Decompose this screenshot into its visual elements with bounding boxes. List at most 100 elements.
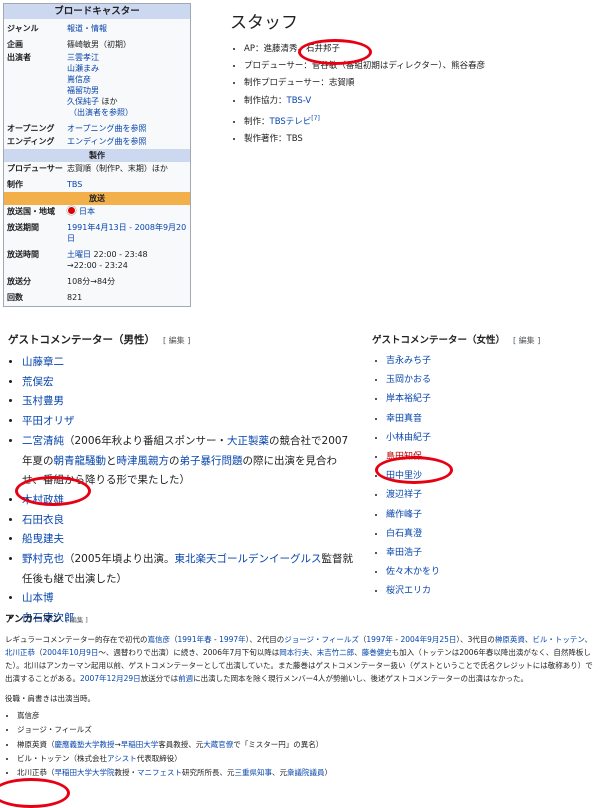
infobox-cast-link[interactable]: 福留功男	[67, 85, 187, 96]
infobox-row: 企画 篠崎敏男（初期）	[4, 38, 190, 51]
male-guest-link[interactable]: 木村政雄	[22, 494, 64, 506]
infobox-time-day-link[interactable]: 土曜日	[67, 250, 91, 259]
anchorman-link[interactable]: 1997年	[366, 635, 393, 644]
anchorman-link[interactable]: 大蔵官僚	[203, 740, 233, 749]
anchorman-text: 研究所所長、元	[182, 768, 235, 778]
anchorman-link[interactable]: 嶌信彦	[148, 635, 171, 644]
male-guest-link[interactable]: 時津風親方	[117, 455, 170, 467]
infobox-minutes-row: 放送分 108分→84分	[4, 275, 190, 288]
male-guest-link[interactable]: 平田オリザ	[22, 415, 75, 427]
staff-item: 制作プロデューサー：志賀順	[244, 75, 590, 92]
anchorman-link[interactable]: 三重県知事	[235, 768, 273, 777]
male-edit-link[interactable]: [ 編集 ]	[163, 336, 190, 345]
male-guest-link[interactable]: 弟子暴行問題	[180, 455, 243, 467]
staff-text: 製作著作：TBS	[244, 133, 303, 144]
male-guest-link[interactable]: 荒俣宏	[22, 376, 54, 388]
female-guest-heading-text: ゲストコメンテーター（女性）	[372, 335, 506, 346]
female-guest-link[interactable]: 田中里沙	[386, 471, 422, 481]
anchorman-link[interactable]: 慶應義塾大学教授	[55, 740, 115, 749]
anchorman-link[interactable]: ジョージ・フィールズ	[284, 635, 359, 644]
male-guest-link[interactable]: 朝青龍騒動	[54, 455, 107, 467]
male-guest-link[interactable]: 石田衣良	[22, 514, 64, 526]
infobox-opening-link[interactable]: オープニング曲を参照	[67, 124, 147, 133]
male-guest-item: 山藤章二	[22, 353, 353, 373]
anchorman-link[interactable]: 岡本行夫	[279, 648, 309, 657]
female-guest-item: 田中里沙	[386, 467, 597, 486]
infobox-country-label: 放送国・地域	[7, 207, 55, 216]
male-guest-link[interactable]: 船曳建夫	[22, 533, 64, 545]
infobox-opening-label: オープニング	[7, 124, 55, 133]
female-guest-link[interactable]: 白石真澄	[386, 529, 422, 539]
male-guest-link[interactable]: 山本博	[22, 592, 54, 604]
anchorman-link[interactable]: 1991年春	[178, 635, 212, 644]
female-edit-link[interactable]: [ 編集 ]	[513, 336, 540, 345]
staff-link[interactable]: [7]	[311, 115, 320, 127]
male-guest-heading: ゲストコメンテーター（男性） [ 編集 ]	[8, 332, 353, 347]
infobox-row-value: 篠崎敏男（初期）	[67, 40, 131, 49]
anchorman-link[interactable]: 前週	[178, 674, 193, 683]
female-guest-link[interactable]: 島田知保	[386, 452, 422, 462]
male-guest-link[interactable]: 野村克也	[22, 553, 64, 565]
anchorman-link[interactable]: ビル・トッテン	[532, 635, 584, 644]
male-guest-link[interactable]: 大正製薬	[227, 435, 269, 447]
infobox-production-header: 製作	[4, 149, 190, 162]
anchorman-link[interactable]: 2004年9月25日	[400, 635, 456, 644]
infobox-producer-value: 志賀順（制作P、末期）ほか	[67, 164, 168, 173]
male-guest-note: の	[169, 454, 180, 467]
anchorman-link[interactable]: 2007年12月29日	[80, 674, 141, 683]
anchorman-link[interactable]: アシスト	[107, 754, 137, 763]
anchorman-link[interactable]: 衆議院議員	[287, 768, 325, 777]
female-guest-link[interactable]: 幸田真音	[386, 414, 422, 424]
anchorman-text: ）	[324, 768, 333, 778]
anchorman-link[interactable]: 北川正恭	[5, 648, 35, 657]
infobox-row-value[interactable]: 報道・情報	[67, 24, 107, 33]
infobox-episodes-value: 821	[67, 293, 83, 302]
anchorman-link[interactable]: 末吉竹二郎	[317, 648, 355, 657]
female-guest-link[interactable]: 岸本裕紀子	[386, 394, 431, 404]
male-guest-link[interactable]: 二宮清純	[22, 435, 64, 447]
female-guest-link[interactable]: 佐々木かをり	[386, 567, 440, 577]
anchorman-link[interactable]: 藤巻健史	[362, 648, 392, 657]
anchorman-link[interactable]: 2004年10月9日	[43, 648, 99, 657]
male-guest-item: 荒俣宏	[22, 373, 353, 393]
anchorman-link[interactable]: 榊原英資	[495, 635, 525, 644]
male-guest-link[interactable]: 山藤章二	[22, 356, 64, 368]
anchorman-text: 〜、週替わりで出演）に続き、2006年7月下旬以降は	[98, 648, 280, 657]
female-guest-link[interactable]: 幸田浩子	[386, 548, 422, 558]
infobox-period-link[interactable]: 1991年4月13日 - 2008年9月20日	[67, 223, 186, 243]
female-guest-link[interactable]: 吉永みち子	[386, 356, 431, 366]
anchorman-text: 北川正恭（	[17, 768, 55, 778]
anchorman-item: 北川正恭（早稲田大学大学院教授・マニフェスト研究所所長、元三重県知事、元衆議院議…	[17, 766, 595, 780]
female-guest-link[interactable]: 織作峰子	[386, 510, 422, 520]
male-guest-link[interactable]: 東北楽天ゴールデンイーグルス	[175, 553, 322, 565]
anchorman-link[interactable]: 早稲田大学	[121, 740, 159, 749]
staff-link[interactable]: TBSテレビ	[270, 117, 312, 127]
infobox-cast-link[interactable]: 三雲孝江	[67, 52, 187, 63]
female-guest-item: 吉永みち子	[386, 352, 597, 371]
infobox-cast-link[interactable]: 嶌信彦	[67, 74, 187, 85]
infobox-cast-link[interactable]: 山瀬まみ	[67, 63, 187, 74]
infobox-cast-note-link[interactable]: （出演者を参照）	[69, 108, 133, 117]
infobox-cast-link[interactable]: 久保純子	[67, 97, 99, 106]
infobox-country-link[interactable]: 日本	[79, 207, 95, 216]
staff-link[interactable]: TBS-V	[287, 96, 312, 106]
anchorman-text: ビル・トッテン（株式会社	[17, 753, 107, 763]
female-guest-link[interactable]: 玉岡かおる	[386, 375, 431, 385]
infobox-episodes-row: 回数 821	[4, 291, 190, 306]
infobox-seisaku-link[interactable]: TBS	[67, 180, 82, 189]
infobox-producer-label: プロデューサー	[7, 164, 63, 173]
anchorman-link[interactable]: マニフェスト	[137, 768, 182, 777]
male-guest-item: 平田オリザ	[22, 412, 353, 432]
male-guest-link[interactable]: 玉村豊男	[22, 395, 64, 407]
anchorman-edit-link[interactable]: [ 編集 ]	[66, 616, 88, 624]
anchorman-heading-text: アンカーマン	[5, 614, 62, 625]
female-guest-link[interactable]: 小林由紀子	[386, 433, 431, 443]
female-guest-link[interactable]: 桜沢エリカ	[386, 586, 431, 596]
female-guest-link[interactable]: 渡辺祥子	[386, 490, 422, 500]
anchorman-link[interactable]: 1997年	[219, 635, 246, 644]
anchorman-link[interactable]: 早稲田大学大学院	[55, 768, 115, 777]
infobox: ブロードキャスター ジャンル 報道・情報 企画 篠崎敏男（初期） 出演者 三雲孝江 山瀬…	[3, 3, 191, 307]
infobox-ending-link[interactable]: エンディング曲を参照	[67, 137, 146, 146]
staff-section: スタッフ AP：進藤清秀、石井邦子プロデューサー：菅谷敏（番組初期はディレクター…	[230, 8, 590, 148]
anchorman-text: 教授・	[114, 768, 138, 778]
